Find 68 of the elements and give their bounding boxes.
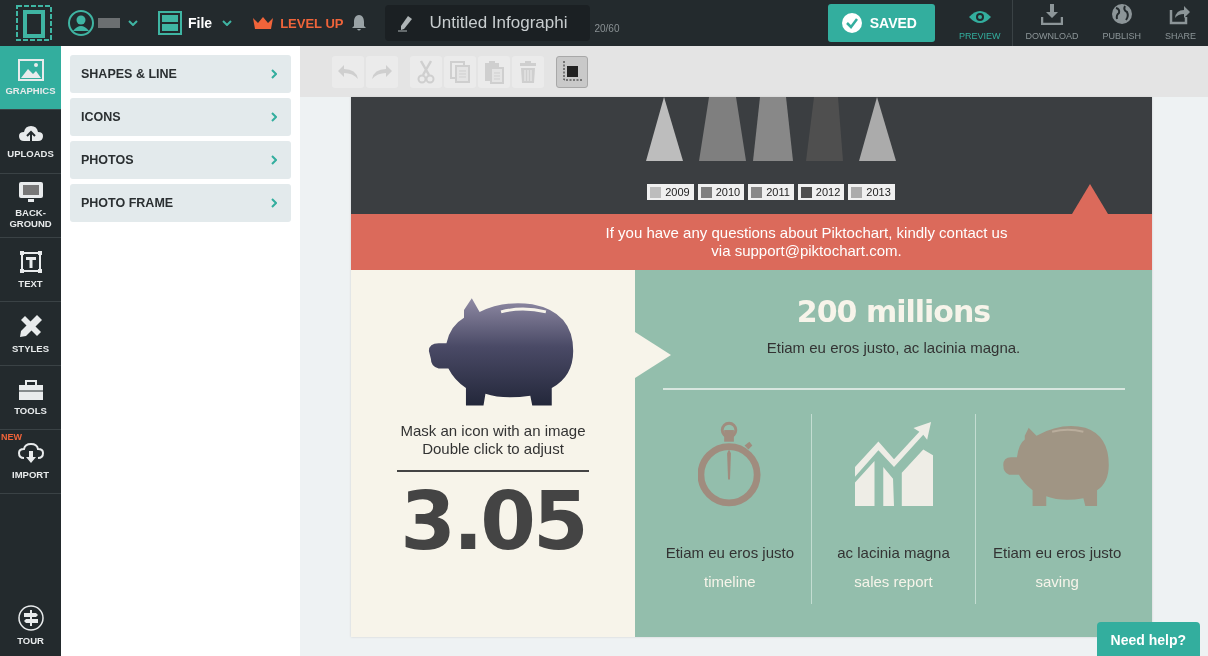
- blurred-username: [98, 18, 120, 28]
- title-field[interactable]: Untitled Infographi: [385, 5, 591, 41]
- trash-icon: [518, 59, 538, 84]
- cloud-upload-icon: [17, 123, 44, 144]
- growth-chart-icon: [854, 422, 933, 506]
- globe-icon: [1110, 3, 1133, 25]
- bell-icon[interactable]: [351, 14, 368, 32]
- column-text: Etiam eu eros justo: [992, 544, 1122, 561]
- signpost-icon: [17, 605, 44, 632]
- clipboard-icon: [483, 59, 505, 84]
- chart-bar: [753, 97, 793, 161]
- download-icon: [1040, 3, 1063, 25]
- arrange-icon: [560, 59, 584, 84]
- chart-bar: [646, 97, 683, 161]
- file-cabinet-icon[interactable]: [158, 11, 182, 35]
- legend-label: 2010: [715, 186, 741, 198]
- category-item[interactable]: ICONS: [70, 98, 291, 136]
- monitor-icon: [17, 181, 44, 204]
- avatar-icon[interactable]: [68, 10, 94, 36]
- toolbox-icon: [17, 378, 44, 401]
- chart-bar: [806, 97, 843, 161]
- logo-icon[interactable]: [16, 5, 52, 41]
- level-up-button[interactable]: LEVEL UP: [280, 15, 352, 31]
- column-text: Etiam eu eros justo: [665, 544, 795, 561]
- category-item[interactable]: PHOTO FRAME: [70, 184, 291, 222]
- category-item[interactable]: SHAPES & LINE: [70, 55, 291, 93]
- crown-icon: [252, 16, 275, 30]
- top-action-button[interactable]: SHARE: [1153, 0, 1208, 46]
- legend-label: 2009: [665, 186, 690, 198]
- chevron-right-icon: [271, 198, 277, 208]
- scissors-icon: [416, 59, 436, 84]
- top-action-button[interactable]: PUBLISH: [1090, 0, 1153, 46]
- copy-icon: [449, 59, 471, 84]
- contact-text: If you have any questions about Piktochart, kindly contact us via support@piktochart.com.: [605, 224, 1008, 260]
- column-caption: saving: [1035, 573, 1079, 590]
- top-action-button[interactable]: PREVIEW: [946, 0, 1013, 46]
- subheadline: Etiam eu eros justo, ac lacinia magna.: [766, 339, 1021, 356]
- character-counter: 20/60: [594, 23, 620, 34]
- cloud-download-icon: [17, 442, 44, 465]
- chart-bar: [859, 97, 896, 161]
- chevron-right-icon: [271, 155, 277, 165]
- chart-bar: [699, 97, 746, 161]
- image-icon: [17, 58, 44, 81]
- caret-icon[interactable]: [222, 20, 233, 26]
- column-caption: sales report: [854, 573, 933, 590]
- text-box-icon: [18, 249, 43, 274]
- redo-icon: [370, 62, 394, 81]
- chevron-right-icon: [271, 69, 277, 79]
- caret-icon[interactable]: [128, 20, 138, 26]
- legend-label: 2012: [815, 186, 841, 198]
- stopwatch-icon: [697, 420, 762, 508]
- chevron-right-icon: [271, 112, 277, 122]
- check-circle-icon: [841, 13, 862, 33]
- arrange-button[interactable]: [556, 55, 588, 88]
- headline: 200 millions: [796, 294, 991, 329]
- mask-caption: Mask an icon with an image Double click to adjust: [400, 422, 586, 458]
- file-menu[interactable]: File: [188, 15, 223, 31]
- tour-button[interactable]: TOUR: [0, 600, 61, 652]
- column-text: ac lacinia magna: [837, 544, 950, 561]
- column-caption: timeline: [704, 573, 756, 590]
- legend-label: 2013: [866, 186, 891, 198]
- new-label: NEW: [1, 432, 22, 442]
- ruler-pencil-icon: [17, 312, 44, 339]
- category-item[interactable]: PHOTOS: [70, 141, 291, 179]
- big-number: 3.05: [400, 482, 586, 562]
- share-icon: [1169, 3, 1192, 25]
- eye-icon: [967, 9, 992, 25]
- legend-label: 2011: [766, 186, 790, 198]
